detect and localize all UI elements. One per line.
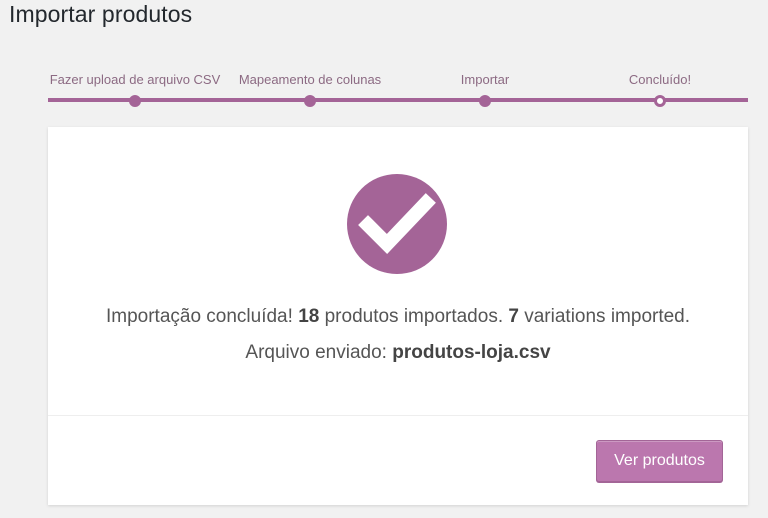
step-label-upload: Fazer upload de arquivo CSV: [49, 72, 221, 87]
step-done: Concluído!: [560, 70, 760, 107]
step-label-import: Importar: [460, 72, 510, 87]
checkmark-icon-graphic: [358, 193, 436, 255]
step-dot-mapping: [304, 95, 316, 107]
summary-prefix: Importação concluída!: [105, 306, 299, 327]
step-label-done: Concluído!: [628, 72, 692, 87]
import-summary-message: Importação concluída! 18 produtos import…: [48, 306, 748, 328]
step-import: Importar: [385, 70, 585, 107]
step-label-mapping: Mapeamento de colunas: [238, 72, 382, 87]
step-dot-done: [654, 95, 666, 107]
step-upload: Fazer upload de arquivo CSV: [35, 70, 235, 107]
page-title: Importar produtos: [9, 1, 193, 27]
import-steps: Fazer upload de arquivo CSV Mapeamento d…: [48, 70, 748, 110]
uploaded-file-name: produtos-loja.csv: [392, 342, 551, 363]
products-count: 18: [298, 306, 320, 327]
step-dot-upload: [129, 95, 141, 107]
uploaded-file-message: Arquivo enviado: produtos-loja.csv: [48, 342, 748, 364]
file-prefix: Arquivo enviado:: [245, 342, 393, 363]
card-divider: [48, 415, 748, 416]
import-done-card: Importação concluída! 18 produtos import…: [48, 127, 748, 505]
variations-count: 7: [508, 306, 519, 327]
summary-middle: produtos importados.: [319, 306, 509, 327]
summary-suffix: variations imported.: [518, 306, 691, 327]
steps-progress-line: [48, 98, 748, 102]
step-mapping: Mapeamento de colunas: [210, 70, 410, 107]
step-dot-import: [479, 95, 491, 107]
checkmark-icon: [347, 174, 447, 274]
view-products-button[interactable]: Ver produtos: [596, 440, 723, 482]
